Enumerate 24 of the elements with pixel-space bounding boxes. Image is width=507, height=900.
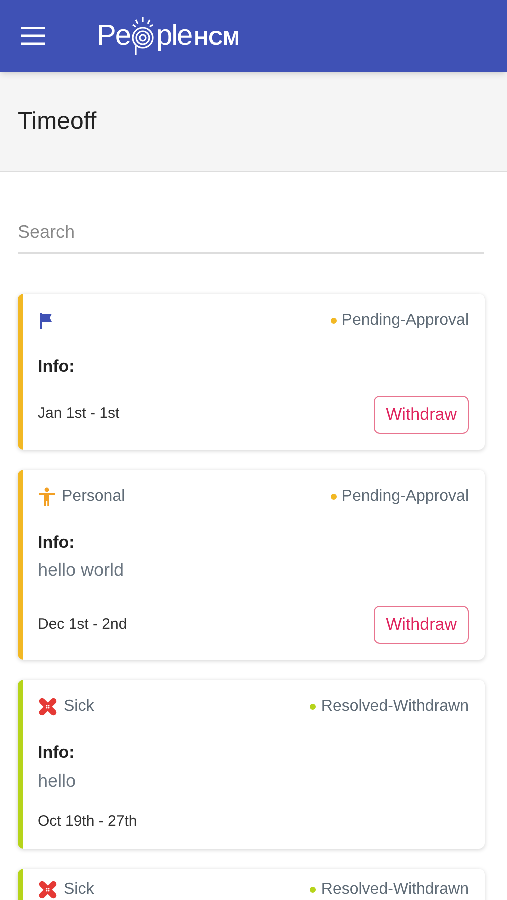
date-range: Oct 19th - 27th [38,812,138,832]
date-range: Dec 1st - 2nd [38,614,128,635]
app-logo: Pe pleHCM [97,14,240,58]
info-label: Info: [38,356,76,378]
info-label: Info: [38,532,76,554]
menu-icon[interactable] [21,27,45,45]
info-text: hello world [38,559,126,582]
info-text: hello [38,770,78,792]
date-range: Jan 1st - 1st [38,404,120,424]
leave-type: Sick [64,697,94,717]
person-icon [38,486,56,506]
withdraw-button[interactable]: Withdraw [374,606,469,644]
status-label: Pending-Approval [342,486,469,506]
withdraw-button[interactable]: Withdraw [374,396,469,434]
info-label: Info: [38,742,76,764]
leave-type: Sick [64,880,94,900]
bandage-icon [38,697,58,717]
leave-type: Personal [62,486,126,506]
flag-icon [38,312,54,330]
page-title: Timeoff [18,106,97,136]
status-label: Resolved-Withdrawn [321,697,469,717]
status-label: Pending-Approval [342,311,469,331]
search-field[interactable]: Search [18,212,484,254]
status-label: Resolved-Withdrawn [321,880,469,900]
